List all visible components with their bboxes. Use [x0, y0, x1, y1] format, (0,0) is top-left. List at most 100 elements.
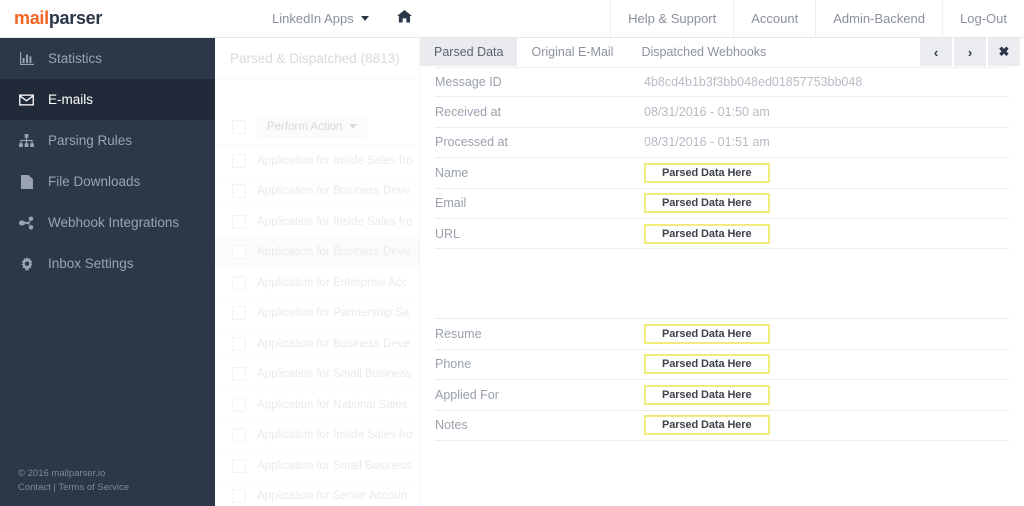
perform-action-dropdown[interactable]: Perform Action	[257, 115, 368, 138]
chevron-down-icon	[349, 124, 358, 129]
field-label: Phone	[435, 357, 472, 372]
row-checkbox[interactable]	[232, 489, 246, 504]
field-value: Parsed Data Here	[644, 384, 770, 405]
row-checkbox[interactable]	[232, 245, 246, 260]
list-item[interactable]: Application for Inside Sales fro	[215, 146, 419, 177]
parsed-data-highlight[interactable]: Parsed Data Here	[644, 415, 770, 436]
field-value: 08/31/2016 - 01:51 am	[644, 135, 770, 150]
field-value: 08/31/2016 - 01:50 am	[644, 105, 770, 120]
row-checkbox[interactable]	[232, 184, 246, 199]
row-checkbox[interactable]	[232, 214, 246, 229]
nav-link-log-out[interactable]: Log-Out	[942, 0, 1024, 37]
row-checkbox[interactable]	[232, 458, 246, 473]
field-label: Resume	[435, 327, 482, 342]
sidebar-item-webhook-integrations[interactable]: Webhook Integrations	[0, 202, 215, 243]
table-row: Processed at 08/31/2016 - 01:51 am	[435, 128, 1009, 159]
list-item[interactable]: Application for Inside Sales fro	[215, 421, 419, 451]
list-item[interactable]: Application for Business Deve	[215, 329, 419, 360]
share-icon	[18, 215, 35, 230]
nav-link-admin-backend[interactable]: Admin-Backend	[815, 0, 942, 37]
table-row-empty	[435, 249, 1009, 320]
field-label: Received at	[435, 105, 502, 120]
row-checkbox[interactable]	[232, 306, 246, 321]
field-value: Parsed Data Here	[644, 324, 770, 345]
parsed-data-highlight[interactable]: Parsed Data Here	[644, 354, 770, 375]
list-item[interactable]: Application for Inside Sales fro	[215, 207, 419, 238]
sidebar-item-inbox-settings[interactable]: Inbox Settings	[0, 243, 215, 284]
terms-of-service-link[interactable]: Terms of Service	[58, 482, 129, 493]
row-checkbox[interactable]	[232, 367, 246, 382]
sidebar-item-emails[interactable]: E-mails	[0, 79, 215, 120]
brand-logo-mail: mail	[14, 8, 49, 28]
field-label: Notes	[435, 418, 468, 433]
list-item[interactable]: Application for National Sales	[215, 390, 419, 421]
sidebar-item-file-downloads[interactable]: File Downloads	[0, 161, 215, 202]
close-detail-button[interactable]: ✖	[988, 38, 1020, 66]
home-icon	[396, 9, 412, 28]
email-list-rows: Application for Inside Sales fro Applica…	[215, 146, 419, 506]
email-list-column: Parsed & Dispatched (8813) Perform Actio…	[215, 38, 420, 506]
parsed-data-highlight[interactable]: Parsed Data Here	[644, 223, 770, 244]
parsed-data-highlight[interactable]: Parsed Data Here	[644, 384, 770, 405]
table-row: Received at 08/31/2016 - 01:50 am	[435, 97, 1009, 128]
list-item[interactable]: Application for Small Business	[215, 451, 419, 482]
row-checkbox[interactable]	[232, 428, 246, 443]
contact-link[interactable]: Contact	[18, 482, 51, 493]
parsed-data-highlight[interactable]: Parsed Data Here	[644, 193, 770, 214]
list-item[interactable]: Application for Business Deve	[215, 177, 419, 207]
sitemap-icon	[18, 134, 35, 147]
previous-email-button[interactable]: ‹	[920, 38, 952, 66]
field-label: Email	[435, 196, 467, 211]
row-checkbox[interactable]	[232, 275, 246, 290]
email-subject: Application for Enterprise Acc	[257, 276, 408, 289]
email-list-header: Parsed & Dispatched (8813)	[215, 38, 419, 80]
gear-icon	[18, 256, 35, 271]
list-item[interactable]: Application for Business Deve	[215, 237, 419, 268]
row-checkbox[interactable]	[232, 397, 246, 412]
email-subject: Application for Senior Accoun	[257, 490, 408, 503]
home-button[interactable]	[381, 0, 428, 37]
email-list-toolbar: Perform Action	[215, 108, 419, 146]
sidebar-item-label: Parsing Rules	[48, 133, 133, 148]
row-checkbox[interactable]	[232, 336, 246, 351]
field-value: Parsed Data Here	[644, 223, 770, 244]
tab-original-email[interactable]: Original E-Mail	[517, 38, 627, 66]
email-subject: Application for Small Business	[257, 459, 412, 472]
app-root: mail parser LinkedIn Apps Help & Support …	[0, 0, 1024, 506]
row-checkbox[interactable]	[232, 153, 246, 168]
email-subject: Application for Business Deve	[257, 185, 410, 198]
sidebar-item-label: Inbox Settings	[48, 256, 134, 271]
list-item[interactable]: Application for Senior Accoun	[215, 482, 419, 506]
field-label: Processed at	[435, 135, 508, 150]
nav-link-help-support[interactable]: Help & Support	[610, 0, 733, 37]
table-row: Resume Parsed Data Here	[435, 319, 1009, 350]
list-item[interactable]: Application for Enterprise Acc	[215, 268, 419, 299]
next-email-button[interactable]: ›	[954, 38, 986, 66]
brand-logo[interactable]: mail parser	[0, 0, 215, 37]
tab-dispatched-webhooks[interactable]: Dispatched Webhooks	[627, 38, 780, 66]
sidebar-item-label: E-mails	[48, 92, 94, 107]
sidebar-footer: © 2016 mailparser.io Contact | Terms of …	[18, 467, 129, 496]
nav-link-account[interactable]: Account	[733, 0, 815, 37]
app-switcher-dropdown[interactable]: LinkedIn Apps	[260, 0, 381, 37]
field-value: 4b8cd4b1b3f3bb048ed01857753bb048	[644, 75, 863, 90]
email-subject: Application for Inside Sales fro	[257, 154, 413, 167]
field-label: Message ID	[435, 75, 502, 90]
table-row: Notes Parsed Data Here	[435, 411, 1009, 441]
select-all-checkbox[interactable]	[232, 119, 246, 134]
list-item[interactable]: Application for Small Business	[215, 360, 419, 390]
parsed-data-highlight[interactable]: Parsed Data Here	[644, 162, 770, 183]
parsed-data-highlight[interactable]: Parsed Data Here	[644, 324, 770, 345]
tab-parsed-data[interactable]: Parsed Data	[420, 38, 518, 66]
email-subject: Application for Inside Sales fro	[257, 429, 413, 442]
top-nav-center: LinkedIn Apps	[260, 0, 428, 37]
table-row: Phone Parsed Data Here	[435, 350, 1009, 381]
email-detail-panel: Parsed Data Original E-Mail Dispatched W…	[420, 38, 1024, 506]
parsed-data-table: Message ID 4b8cd4b1b3f3bb048ed01857753bb…	[420, 67, 1024, 441]
email-subject: Application for Business Deve	[257, 246, 410, 259]
sidebar-item-statistics[interactable]: Statistics	[0, 38, 215, 79]
list-item[interactable]: Application for Partnership Sa	[215, 299, 419, 329]
table-row: Email Parsed Data Here	[435, 189, 1009, 219]
sidebar-item-parsing-rules[interactable]: Parsing Rules	[0, 120, 215, 161]
top-navigation-bar: mail parser LinkedIn Apps Help & Support …	[0, 0, 1024, 38]
